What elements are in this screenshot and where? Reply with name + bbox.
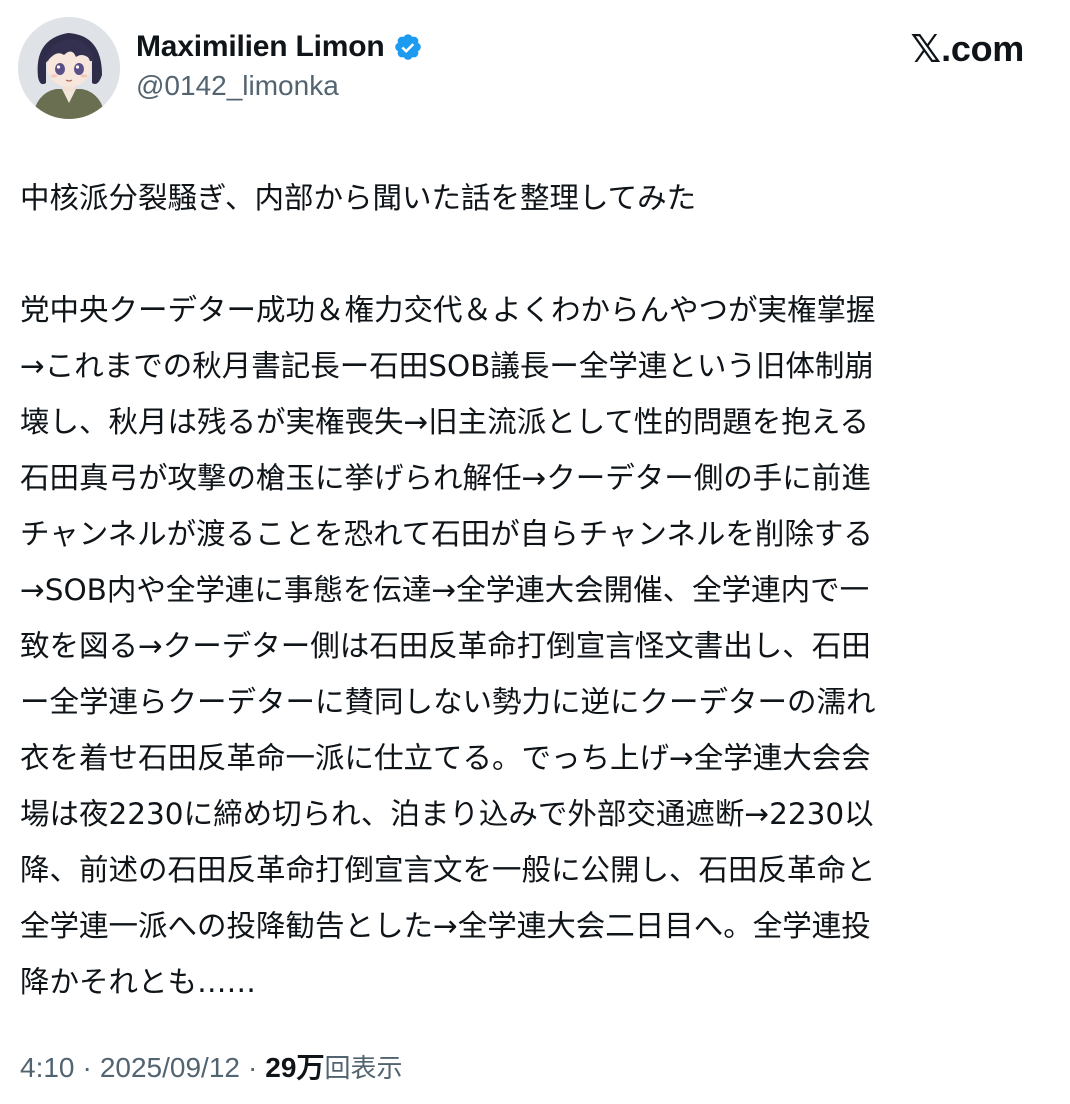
tweet-time[interactable]: 4:10	[20, 1052, 75, 1084]
tweet-body-line: チャンネルが渡ることを恐れて石田が自らチャンネルを削除する	[20, 517, 873, 551]
tweet-meta: 4:10 · 2025/09/12 · 29万 回表示	[20, 1046, 402, 1086]
anime-girl-avatar-icon	[18, 17, 120, 119]
brand-domain: .com	[941, 28, 1024, 69]
meta-separator: ·	[82, 1052, 92, 1083]
tweet-body-line: 石田真弓が攻撃の槍玉に挙げられ解任→クーデター側の手に前進	[20, 461, 871, 495]
tweet-body-line: 致を図る→クーデター側は石田反革命打倒宣言怪文書出し、石田	[20, 629, 871, 663]
author-name-row[interactable]: Maximilien Limon	[136, 26, 423, 68]
tweet-body-line: 全学連一派への投降勧告とした→全学連大会二日目へ。全学連投	[20, 909, 871, 943]
verified-badge-icon	[393, 32, 423, 62]
tweet-body-line: 降かそれとも……	[20, 965, 257, 999]
tweet-body-line: →SOB内や全学連に事態を伝達→全学連大会開催、全学連内で一	[20, 573, 870, 607]
meta-separator: ·	[247, 1052, 258, 1083]
tweet-text: 中核派分裂騒ぎ、内部から聞いた話を整理してみた 党中央クーデター成功＆権力交代＆…	[20, 170, 1060, 1010]
author-handle[interactable]: @0142_limonka	[136, 70, 339, 102]
views-count[interactable]: 29万	[265, 1046, 324, 1086]
tweet-body-line: 場は夜2230に締め切られ、泊まり込みで外部交通遮断→2230以	[20, 797, 874, 831]
tweet-body-line: 壊し、秋月は残るが実権喪失→旧主流派として性的問題を抱える	[20, 405, 869, 439]
author-display-name[interactable]: Maximilien Limon	[136, 30, 385, 64]
tweet-body-line: 衣を着せ石田反革命一派に仕立てる。でっち上げ→全学連大会会	[20, 741, 871, 775]
tweet-body-line: 降、前述の石田反革命打倒宣言文を一般に公開し、石田反革命と	[20, 853, 876, 887]
tweet-body-line: 党中央クーデター成功＆権力交代＆よくわからんやつが実権掌握	[20, 293, 876, 327]
avatar[interactable]	[18, 17, 120, 119]
tweet-first-line: 中核派分裂騒ぎ、内部から聞いた話を整理してみた	[20, 181, 697, 215]
x-logo[interactable]: 𝕏 .com	[910, 26, 1025, 72]
tweet-body-line: →これまでの秋月書記長ー石田SOB議長ー全学連という旧体制崩	[20, 349, 874, 383]
views-label: 回表示	[324, 1054, 403, 1084]
tweet-body-line: ー全学連らクーデターに賛同しない勢力に逆にクーデターの濡れ	[20, 685, 876, 719]
tweet-date[interactable]: 2025/09/12	[100, 1052, 240, 1084]
x-logo-icon: 𝕏	[910, 27, 942, 71]
